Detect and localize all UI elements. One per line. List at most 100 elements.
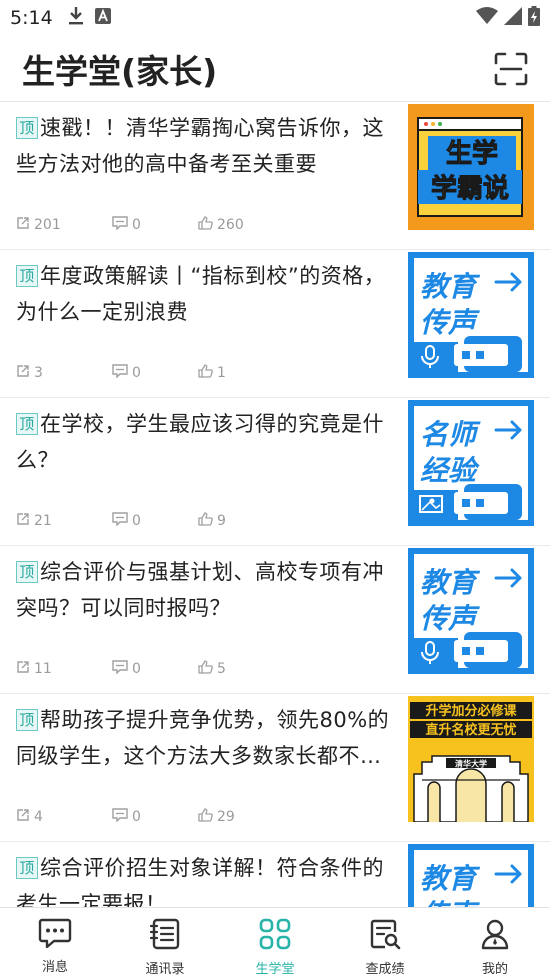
like-stat[interactable]: 29	[198, 808, 294, 826]
article-title: 顶年度政策解读丨“指标到校”的资格，为什么一定别浪费	[16, 258, 396, 330]
comment-stat[interactable]: 0	[112, 364, 198, 382]
like-icon	[198, 364, 217, 382]
article-item[interactable]: 顶年度政策解读丨“指标到校”的资格，为什么一定别浪费 3 0 1 教育 传声	[0, 250, 550, 398]
comment-icon	[112, 808, 132, 826]
article-title-text: 在学校，学生最应该习得的究竟是什么？	[16, 412, 384, 472]
article-stats: 4 0 29	[16, 808, 294, 826]
like-stat[interactable]: 260	[198, 216, 294, 234]
thumb-text: 学霸说	[431, 173, 509, 204]
thumb-text: 教育	[420, 270, 481, 303]
thumb-text: 传声	[420, 306, 480, 339]
article-title: 顶速戳！！清华学霸掏心窝告诉你，这些方法对他的高中备考至关重要	[16, 110, 396, 182]
share-stat[interactable]: 11	[16, 660, 112, 678]
pin-badge: 顶	[16, 561, 38, 583]
share-icon	[16, 660, 34, 678]
like-stat[interactable]: 9	[198, 512, 294, 530]
bottom-nav: 消息 通讯录 生学堂 查成绩 我的	[0, 907, 550, 979]
page-title: 生学堂(家长)	[22, 51, 218, 91]
comment-stat[interactable]: 0	[112, 512, 198, 530]
article-item[interactable]: 顶在学校，学生最应该习得的究竟是什么？ 21 0 9 名师 经验	[0, 398, 550, 546]
article-title-text: 年度政策解读丨“指标到校”的资格，为什么一定别浪费	[16, 264, 386, 324]
status-time: 5:14	[10, 7, 53, 29]
like-icon	[198, 512, 217, 530]
thumb-text: 升学加分必修课	[425, 703, 517, 719]
share-stat[interactable]: 4	[16, 808, 112, 826]
nav-item-contacts[interactable]: 通讯录	[110, 908, 220, 979]
contacts-book-icon	[149, 918, 181, 954]
share-count: 201	[34, 217, 61, 233]
share-count: 3	[34, 365, 43, 381]
article-item[interactable]: 顶综合评价招生对象详解！符合条件的考生一定要报！教育传声	[0, 842, 550, 907]
article-thumbnail[interactable]: 教育传声	[408, 252, 534, 378]
nav-label-mine: 我的	[481, 962, 508, 977]
nav-label-shengxuetang: 生学堂	[255, 962, 295, 977]
comment-count: 0	[132, 661, 141, 677]
like-count: 1	[217, 365, 226, 381]
article-item[interactable]: 顶综合评价与强基计划、高校专项有冲突吗？可以同时报吗？ 11 0 5 教育 传声	[0, 546, 550, 694]
article-stats: 3 0 1	[16, 364, 294, 382]
article-title: 顶综合评价招生对象详解！符合条件的考生一定要报！	[16, 850, 396, 907]
nav-label-contacts: 通讯录	[145, 962, 185, 977]
comment-count: 0	[132, 809, 141, 825]
wifi-icon	[476, 7, 498, 29]
like-stat[interactable]: 1	[198, 364, 294, 382]
article-thumbnail[interactable]: 教育传声	[408, 844, 534, 907]
thumb-text: 传声	[420, 602, 480, 635]
status-bar: 5:14	[0, 0, 550, 36]
share-icon	[16, 364, 34, 382]
battery-icon	[528, 6, 540, 30]
comment-stat[interactable]: 0	[112, 216, 198, 234]
thumb-text: 名师	[420, 418, 481, 451]
article-title-text: 综合评价招生对象详解！符合条件的考生一定要报！	[16, 856, 384, 907]
share-stat[interactable]: 201	[16, 216, 112, 234]
like-count: 260	[217, 217, 244, 233]
share-stat[interactable]: 3	[16, 364, 112, 382]
article-title-text: 综合评价与强基计划、高校专项有冲突吗？可以同时报吗？	[16, 560, 384, 620]
signal-icon	[504, 7, 522, 29]
comment-count: 0	[132, 217, 141, 233]
article-title: 顶在学校，学生最应该习得的究竟是什么？	[16, 406, 396, 478]
share-icon	[16, 808, 34, 826]
comment-count: 0	[132, 365, 141, 381]
article-title-text: 速戳！！清华学霸掏心窝告诉你，这些方法对他的高中备考至关重要	[16, 116, 384, 176]
grid-apps-icon	[259, 918, 291, 954]
comment-icon	[112, 216, 132, 234]
comment-stat[interactable]: 0	[112, 660, 198, 678]
article-thumbnail[interactable]: 名师 经验	[408, 400, 534, 526]
pin-badge: 顶	[16, 413, 38, 435]
like-icon	[198, 660, 217, 678]
like-stat[interactable]: 5	[198, 660, 294, 678]
article-stats: 11 0 5	[16, 660, 294, 678]
thumb-text: 直升名校更无忧	[425, 722, 516, 738]
comment-icon	[112, 364, 132, 382]
share-stat[interactable]: 21	[16, 512, 112, 530]
article-thumbnail[interactable]: 生学 学霸说	[408, 104, 534, 230]
pin-badge: 顶	[16, 709, 38, 731]
article-stats: 21 0 9	[16, 512, 294, 530]
thumb-text: 清华大学	[455, 759, 487, 769]
nav-item-scores[interactable]: 查成绩	[330, 908, 440, 979]
article-thumbnail[interactable]: 教育传声	[408, 548, 534, 674]
nav-item-mine[interactable]: 我的	[440, 908, 550, 979]
thumb-text: 经验	[420, 454, 480, 487]
comment-stat[interactable]: 0	[112, 808, 198, 826]
article-title: 顶帮助孩子提升竞争优势，领先80%的同级学生，这个方法大多数家长都不知道	[16, 702, 396, 774]
article-item[interactable]: 顶速戳！！清华学霸掏心窝告诉你，这些方法对他的高中备考至关重要 201 0 260 生学…	[0, 102, 550, 250]
nav-item-shengxuetang[interactable]: 生学堂	[220, 908, 330, 979]
pin-badge: 顶	[16, 265, 38, 287]
article-thumbnail[interactable]: 升学加分必修课 直升名校更无忧清华大学	[408, 696, 534, 822]
nav-item-messages[interactable]: 消息	[0, 908, 110, 979]
like-count: 9	[217, 513, 226, 529]
download-icon	[67, 6, 85, 30]
profile-icon	[480, 918, 510, 954]
article-item[interactable]: 顶帮助孩子提升竞争优势，领先80%的同级学生，这个方法大多数家长都不知道 4 0 29…	[0, 694, 550, 842]
article-title: 顶综合评价与强基计划、高校专项有冲突吗？可以同时报吗？	[16, 554, 396, 626]
share-count: 21	[34, 513, 52, 529]
like-count: 5	[217, 661, 226, 677]
like-count: 29	[217, 809, 235, 825]
scan-icon[interactable]	[494, 52, 528, 86]
score-search-icon	[369, 918, 401, 954]
article-list: 顶速戳！！清华学霸掏心窝告诉你，这些方法对他的高中备考至关重要 201 0 260 生学…	[0, 102, 550, 907]
share-icon	[16, 216, 34, 234]
like-icon	[198, 808, 217, 826]
